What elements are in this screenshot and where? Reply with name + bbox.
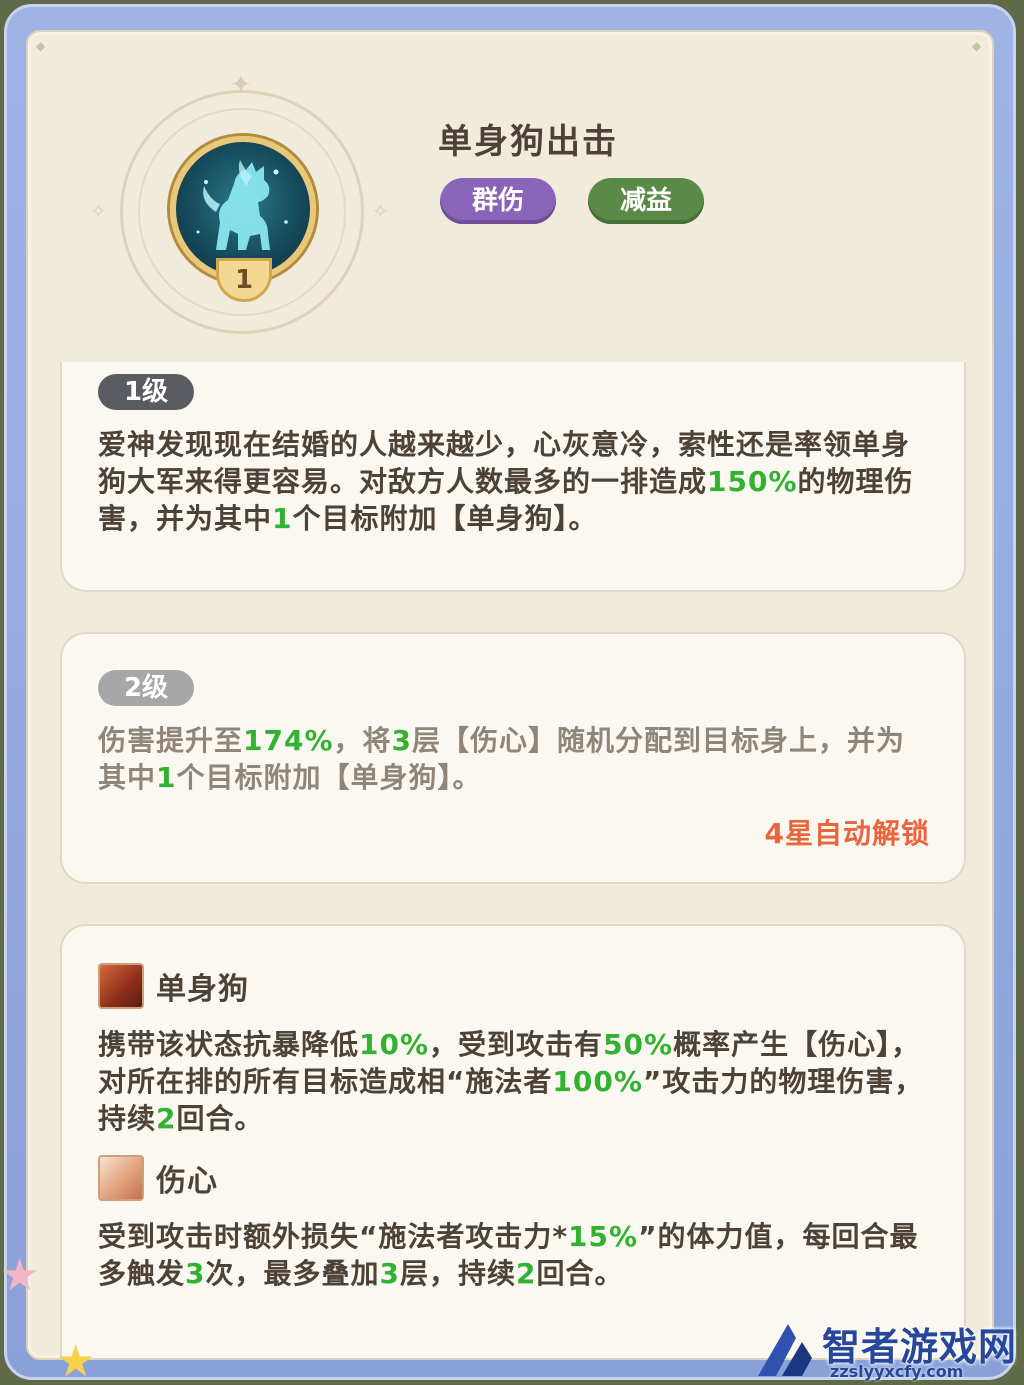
ghost-dog-icon bbox=[196, 160, 288, 250]
level-1-description: 爱神发现现在结婚的人越来越少，心灰意冷，索性还是率领单身狗大军来得更容易。对敌方… bbox=[98, 426, 928, 537]
status-single-dog-description: 携带该状态抗暴降低10%，受到攻击有50%概率产生【伤心】，对所在排的所有目标造… bbox=[98, 1026, 928, 1137]
status-name: 伤心 bbox=[156, 1164, 218, 1199]
star-decoration-icon: ★ bbox=[56, 1336, 96, 1385]
description-text: ，受到攻击有 bbox=[429, 1028, 604, 1061]
highlighted-value: 174% bbox=[243, 724, 334, 757]
status-heartbreak-description: 受到攻击时额外损失“施法者攻击力*15%”的体力值，每回合最多触发3次，最多叠加… bbox=[98, 1218, 928, 1292]
unlock-requirement: 4星自动解锁 bbox=[764, 817, 930, 850]
tag-debuff: 减益 bbox=[588, 178, 704, 224]
description-text: 次，最多叠加 bbox=[205, 1257, 380, 1290]
highlighted-value: 3 bbox=[379, 1257, 400, 1290]
description-text: 受到攻击时额外损失“施法者攻击力* bbox=[98, 1220, 569, 1253]
status-effects-card: 单身狗 携带该状态抗暴降低10%，受到攻击有50%概率产生【伤心】，对所在排的所… bbox=[60, 924, 966, 1358]
level-1-card: 1级 爱神发现现在结婚的人越来越少，心灰意冷，索性还是率领单身狗大军来得更容易。… bbox=[60, 362, 966, 592]
highlighted-value: 3 bbox=[185, 1257, 206, 1290]
skill-title: 单身狗出击 bbox=[438, 122, 618, 162]
highlighted-value: 1 bbox=[272, 502, 293, 535]
highlighted-value: 2 bbox=[516, 1257, 537, 1290]
sparkle-icon: ✧ bbox=[372, 199, 389, 223]
description-text: ，将 bbox=[333, 724, 392, 757]
description-text: 个目标附加【单身狗】。 bbox=[292, 502, 598, 535]
description-text: 回合。 bbox=[176, 1102, 264, 1135]
highlighted-value: 15% bbox=[568, 1220, 639, 1253]
tag-aoe-damage: 群伤 bbox=[440, 178, 556, 224]
star-decoration-icon: ★ bbox=[0, 1250, 40, 1301]
highlighted-value: 100% bbox=[552, 1065, 643, 1098]
level-2-description: 伤害提升至174%，将3层【伤心】随机分配到目标身上，并为其中1个目标附加【单身… bbox=[98, 722, 928, 796]
corner-ornament: ◆ bbox=[972, 39, 982, 53]
corner-ornament: ◆ bbox=[36, 39, 46, 53]
watermark-url: zzslyyxcfy.com bbox=[830, 1362, 964, 1381]
sparkle-icon: ✧ bbox=[90, 199, 107, 223]
description-text: 个目标附加【单身狗】。 bbox=[176, 761, 482, 794]
highlighted-value: 50% bbox=[603, 1028, 674, 1061]
level-1-pill: 1级 bbox=[98, 374, 194, 410]
status-header-heartbreak: 伤心 bbox=[98, 1154, 218, 1202]
description-text: 伤害提升至 bbox=[98, 724, 244, 757]
status-name: 单身狗 bbox=[156, 972, 249, 1007]
level-2-card: 2级 伤害提升至174%，将3层【伤心】随机分配到目标身上，并为其中1个目标附加… bbox=[60, 632, 966, 884]
highlighted-value: 1 bbox=[156, 761, 177, 794]
highlighted-value: 2 bbox=[156, 1102, 177, 1135]
description-text: 层，持续 bbox=[400, 1257, 517, 1290]
highlighted-value: 150% bbox=[707, 465, 798, 498]
dog-status-icon bbox=[98, 963, 144, 1009]
level-2-pill: 2级 bbox=[98, 670, 194, 706]
watermark-logo-icon bbox=[758, 1324, 812, 1376]
heartbreak-status-icon bbox=[98, 1155, 144, 1201]
sparkle-icon: ✦ bbox=[230, 70, 252, 100]
description-text: 携带该状态抗暴降低 bbox=[98, 1028, 360, 1061]
highlighted-value: 3 bbox=[391, 724, 413, 757]
skill-detail-panel: ◆ ◆ ✦ ✧ ✧ 1 单身狗出击 群伤 减益 1级 爱神发现现在结婚的人越来越… bbox=[26, 30, 994, 1360]
status-header-single-dog: 单身狗 bbox=[98, 962, 249, 1010]
highlighted-value: 10% bbox=[359, 1028, 430, 1061]
description-text: 回合。 bbox=[536, 1257, 624, 1290]
site-watermark: 智者游戏网 zzslyyxcfy.com bbox=[752, 1316, 1024, 1382]
